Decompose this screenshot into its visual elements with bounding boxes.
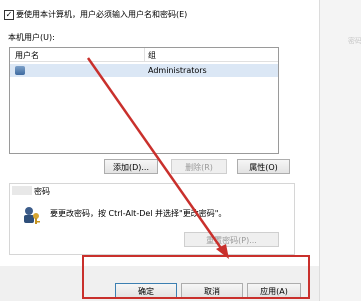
user-list[interactable]: 用户名 组 Administrators [9,47,279,154]
column-separator [144,48,145,61]
properties-button[interactable]: 属性(O) [237,159,290,174]
remove-button[interactable]: 删除(R) [171,159,227,174]
side-hint: 密码 [348,37,361,45]
user-list-header: 用户名 组 [10,48,278,62]
highlight-box [82,255,310,299]
password-title-bg [12,186,32,195]
users-key-icon [24,207,40,224]
reset-password-button[interactable]: 重置密码(P)... [184,232,279,247]
column-group[interactable]: 组 [148,50,156,61]
background-window: 密码 [319,0,361,301]
add-button[interactable]: 添加(D)... [104,159,158,174]
require-password-label: 要使用本计算机，用户必须输入用户名和密码(E) [16,10,188,19]
row-group: Administrators [148,66,207,75]
password-title: 密码 [34,187,50,196]
require-password-checkbox[interactable]: ✓ [4,10,14,20]
local-users-label: 本机用户(U): [8,33,55,42]
column-username[interactable]: 用户名 [15,50,39,61]
user-icon [15,66,25,75]
table-row[interactable]: Administrators [10,64,278,77]
password-instructions: 要更改密码，按 Ctrl-Alt-Del 并选择"更改密码"。 [50,209,227,218]
